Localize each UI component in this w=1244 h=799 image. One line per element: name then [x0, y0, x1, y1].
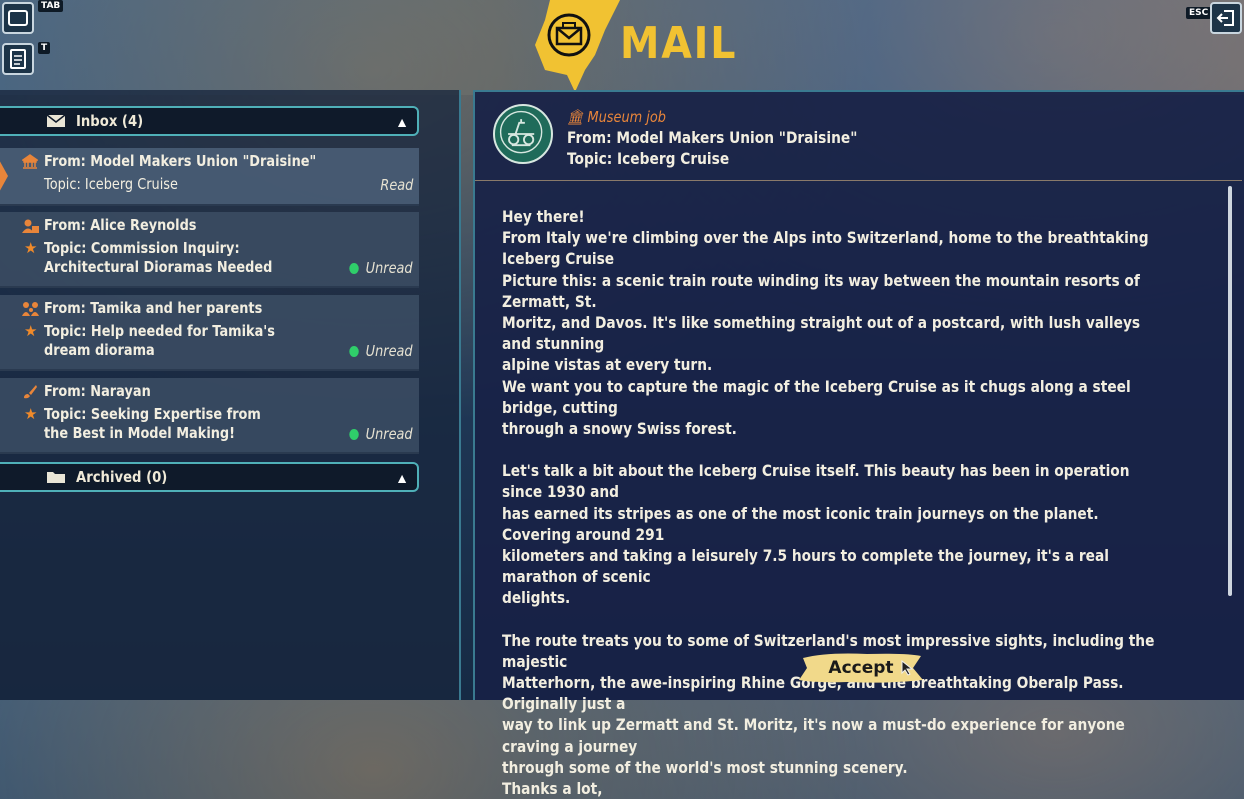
inbox-label: Inbox (4)	[76, 112, 144, 130]
mail-topic: Topic: Seeking Expertise from	[44, 405, 261, 423]
cursor-icon	[901, 660, 914, 676]
mail-status: Unread	[366, 425, 413, 443]
body-line: through some of the world's most stunnin…	[502, 757, 908, 777]
mail-topic: Topic: Commission Inquiry:	[44, 239, 240, 257]
message-body: Hey there! From Italy we're climbing ove…	[502, 206, 1164, 799]
mail-status: Read	[379, 176, 413, 194]
mail-list-panel: Inbox (4) ▲ From: Model Makers Union "Dr…	[0, 90, 461, 700]
mail-from: From: Alice Reynolds	[44, 216, 197, 234]
map-view-button[interactable]	[2, 2, 34, 34]
body-line: Let's talk a bit about the Iceberg Cruis…	[502, 461, 1130, 502]
body-line: We want you to capture the magic of the …	[502, 376, 1131, 417]
notes-button[interactable]	[2, 43, 34, 75]
window-icon	[8, 10, 28, 26]
mail-item[interactable]: From: Model Makers Union "Draisine" Topi…	[0, 148, 419, 206]
mail-status: Unread	[366, 259, 413, 277]
star-icon: ★	[24, 240, 38, 257]
body-line: through a snowy Swiss forest.	[502, 419, 737, 439]
folder-icon	[47, 472, 65, 483]
document-icon	[10, 49, 26, 69]
archived-header[interactable]: Archived (0) ▲	[0, 462, 419, 492]
mail-item[interactable]: From: Alice Reynolds ★ Topic: Commission…	[0, 212, 419, 288]
mail-status-wrap: Unread	[349, 425, 413, 443]
body-line: Thanks a lot,	[502, 779, 603, 799]
t-hotkey: T	[38, 42, 51, 54]
scrollbar[interactable]	[1228, 186, 1232, 596]
collapse-arrow-icon[interactable]: ▲	[395, 470, 409, 486]
inbox-header[interactable]: Inbox (4) ▲	[0, 106, 419, 136]
esc-hotkey: ESC	[1186, 7, 1212, 19]
mail-topic: Topic: Iceberg Cruise	[44, 175, 178, 193]
person-icon	[22, 219, 39, 233]
brush-icon	[24, 385, 37, 399]
unread-dot-icon	[349, 346, 360, 357]
star-icon: ★	[24, 406, 38, 423]
message-tag-label: Museum job	[587, 108, 666, 126]
mail-topic-cont: Architectural Dioramas Needed	[44, 258, 273, 276]
family-icon	[22, 302, 39, 316]
tab-hotkey: TAB	[38, 0, 64, 12]
body-line: way to link up Zermatt and St. Moritz, i…	[502, 715, 1125, 756]
mail-icon	[547, 13, 591, 57]
exit-icon	[1216, 10, 1234, 26]
body-line: From Italy we're climbing over the Alps …	[502, 228, 1149, 269]
mail-status: Unread	[366, 342, 413, 360]
mail-from: From: Model Makers Union "Draisine"	[44, 152, 317, 170]
body-line: Picture this: a scenic train route windi…	[502, 270, 1140, 311]
envelope-icon	[46, 114, 66, 127]
museum-icon: 🏛	[567, 108, 584, 126]
body-line: Hey there!	[502, 207, 585, 226]
collapse-arrow-icon[interactable]: ▲	[395, 114, 409, 130]
museum-icon	[22, 154, 38, 169]
selected-indicator-icon	[0, 161, 8, 191]
message-panel: 🏛 Museum job From: Model Makers Union "D…	[473, 90, 1244, 798]
mail-item[interactable]: From: Narayan ★ Topic: Seeking Expertise…	[0, 378, 419, 454]
body-line: has earned its stripes as one of the mos…	[502, 503, 1099, 544]
message-tag: 🏛 Museum job	[567, 108, 857, 126]
body-line: alpine vistas at every turn.	[502, 355, 713, 375]
message-topic: Topic: Iceberg Cruise	[567, 149, 730, 168]
archived-label: Archived (0)	[76, 468, 168, 486]
sender-seal-icon	[493, 104, 553, 164]
mail-from: From: Tamika and her parents	[44, 299, 263, 317]
unread-dot-icon	[349, 263, 360, 274]
mail-topic-cont: dream diorama	[44, 341, 155, 359]
star-icon: ★	[24, 323, 38, 340]
body-line: delights.	[502, 588, 571, 608]
accept-button[interactable]: Accept	[797, 650, 925, 686]
mail-item[interactable]: From: Tamika and her parents ★ Topic: He…	[0, 295, 419, 371]
unread-dot-icon	[349, 429, 360, 440]
exit-button[interactable]	[1210, 2, 1242, 34]
mail-topic: Topic: Help needed for Tamika's	[44, 322, 275, 340]
divider	[475, 180, 1242, 181]
body-line: Moritz, and Davos. It's like something s…	[502, 313, 1141, 354]
mail-status-wrap: Unread	[349, 259, 413, 277]
mail-status-wrap: Unread	[349, 342, 413, 360]
message-header: 🏛 Museum job From: Model Makers Union "D…	[567, 108, 905, 168]
page-title: MAIL	[620, 18, 738, 69]
body-line: kilometers and taking a leisurely 7.5 ho…	[502, 546, 1110, 587]
mail-from: From: Narayan	[44, 382, 151, 400]
mail-topic-cont: the Best in Model Making!	[44, 424, 236, 442]
message-from: From: Model Makers Union "Draisine"	[567, 128, 858, 147]
